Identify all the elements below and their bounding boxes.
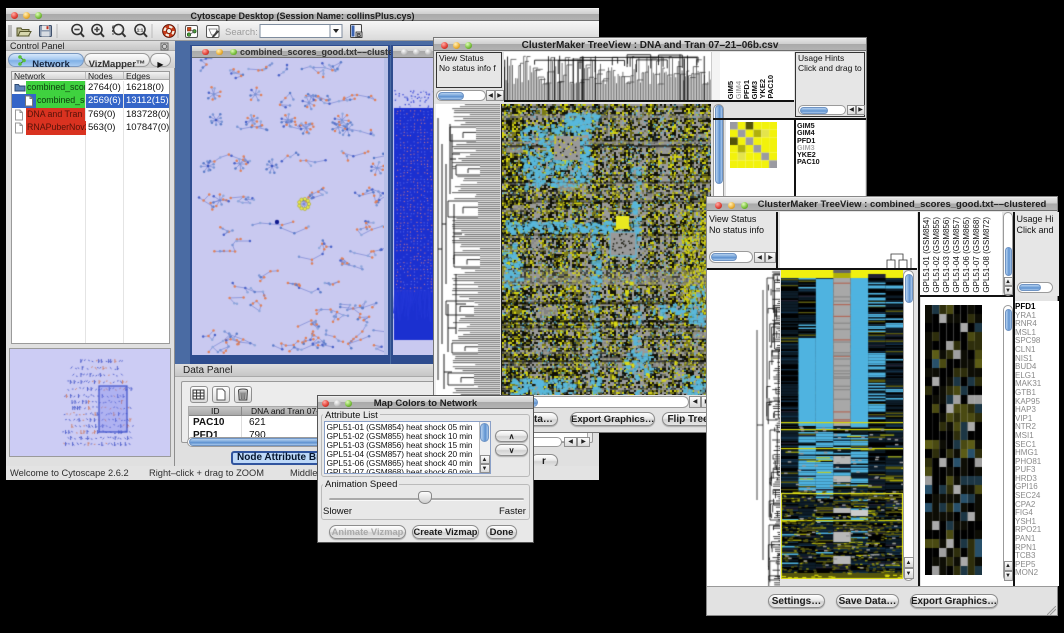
svg-text:1:1: 1:1 <box>137 28 144 33</box>
svg-text:Search:: Search: <box>225 27 258 38</box>
svg-text:B: B <box>357 33 361 39</box>
